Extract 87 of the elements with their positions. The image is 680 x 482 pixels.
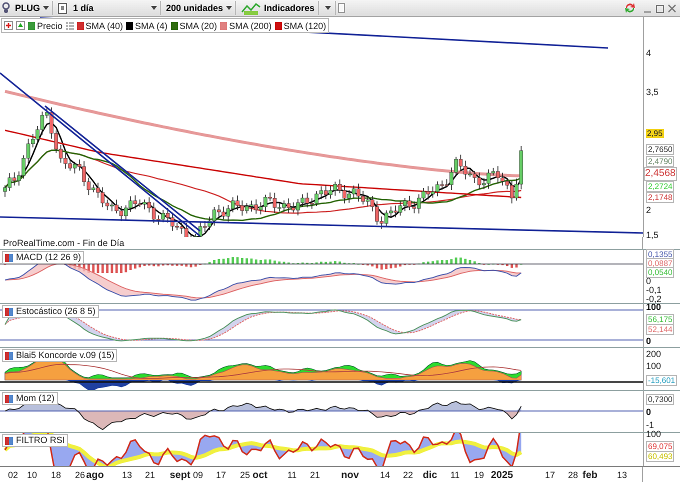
caret-icon [324,6,331,10]
axis-label: -0,2 [646,294,662,304]
axis-label: 13 [617,470,627,480]
close-icon[interactable] [668,4,676,12]
panel-icon[interactable] [338,3,345,13]
axis-label: dic [422,470,438,481]
axis-label: 0 [646,276,652,286]
value-badge: 2,4790 [646,156,674,167]
calendar-icon[interactable] [58,2,68,14]
indicators-button[interactable]: Indicadores [238,1,319,15]
legend-label[interactable]: Precio [37,20,63,30]
axis-label: 2 [646,205,652,215]
indicator-title[interactable]: FILTRO RSI [16,435,65,446]
maximize-icon[interactable] [656,4,664,12]
axis-label: 0 [646,336,652,346]
axis-label: 100 [646,429,662,439]
value-badge: 52,144 [646,324,674,335]
axis-label: 100 [646,361,662,371]
axis-label: -0,1 [646,285,662,295]
axis-label: ago [86,470,104,481]
add-icon[interactable] [4,21,13,30]
legend-label[interactable]: SMA (120) [284,20,326,30]
axis-label: 22 [403,470,413,480]
last-price-badge: 2,4568 [644,167,677,181]
axis-label: 14 [380,470,390,480]
axis-label: 100 [646,302,662,312]
axis-label: 11 [450,470,460,480]
axis-label: sept [170,470,190,481]
value-badge: 60,493 [646,451,674,462]
caret-icon [151,6,158,10]
axis-label: 21 [310,470,320,480]
value-badge: 69,075 [646,441,674,452]
indicator-title[interactable]: Estocástico (26 8 5) [16,306,96,317]
indicator-icon [5,394,13,402]
indicator-title[interactable]: Blai5 Koncorde v.09 (15) [16,350,114,361]
value-badge: 2,1748 [646,192,674,203]
legend-label[interactable]: SMA (40) [86,20,124,30]
axis-label: 200 [646,349,662,359]
indicator-icon [5,436,13,444]
symbol-dropdown[interactable]: PLUG [12,1,54,15]
value-badge: 0,0540 [646,267,674,278]
axis-label: 28 [568,470,578,480]
indicator-title[interactable]: MACD (12 26 9) [16,252,82,263]
axis-label: 17 [545,470,555,480]
axis-label: 2025 [490,470,514,481]
axis-label: 11 [287,470,297,480]
axis-label: 10 [27,470,37,480]
value-badge: 2,7650 [646,144,674,155]
legend-label[interactable]: SMA (200) [229,20,272,30]
period-dropdown[interactable]: 1 día [55,1,162,15]
settings-icon[interactable] [2,2,10,14]
list-icon[interactable] [66,22,74,30]
axis-label: 4 [646,48,652,58]
axis-label: 25 [240,470,250,480]
value-badge: -15,601 [646,375,678,386]
axis-label: feb [582,470,598,481]
axis-label: 21 [145,470,155,480]
axis-label: oct [252,470,268,481]
value-badge: 0,7300 [646,394,674,405]
indicator-icon [5,254,13,262]
price-badge: 2,95 [646,129,664,138]
indicator-icon [5,308,13,316]
indicator-title[interactable]: Mom (12) [16,393,55,404]
legend-label[interactable]: SMA (4) [135,20,168,30]
source-label: ProRealTime.com - Fin de Día [2,237,126,249]
axis-label: 13 [122,470,132,480]
caret-icon [226,6,232,10]
caret-icon [43,6,50,10]
axis-label: 09 [193,470,203,480]
move-up-icon[interactable] [16,21,25,30]
axis-label: -1 [646,420,654,430]
axis-label: nov [341,470,359,481]
axis-label: 19 [474,470,484,480]
indicator-icon [5,352,13,360]
axis-label: 18 [51,470,61,480]
value-badge: 56,175 [646,314,674,325]
chart-icon [241,2,262,14]
units-dropdown[interactable]: 200 unidades [163,1,236,15]
legend-label[interactable]: SMA (20) [180,20,218,30]
axis-label: 0 [646,407,652,417]
axis-label: 02 [8,470,18,480]
refresh-icon[interactable] [624,2,636,14]
axis-label: 1,5 [646,230,659,240]
axis-label: 3,5 [646,87,659,97]
axis-label: 26 [75,470,85,480]
value-badge: 2,2724 [646,181,674,192]
axis-label: 17 [216,470,226,480]
